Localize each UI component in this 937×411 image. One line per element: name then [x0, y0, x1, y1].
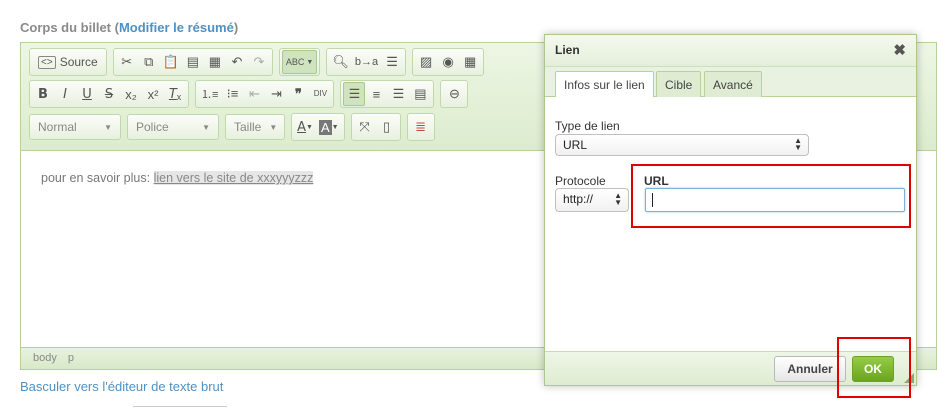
protocol-value: http://	[563, 192, 594, 206]
toggle-plain-editor-link[interactable]: Basculer vers l'éditeur de texte brut	[20, 379, 223, 394]
underline-button[interactable]: U	[76, 82, 98, 106]
dialog-titlebar[interactable]: Lien ✖	[545, 35, 916, 67]
outdent-icon[interactable]: ⇤	[243, 82, 265, 106]
find-group: 🔍︎ b→a ☰	[326, 48, 407, 76]
dialog-tabs: Infos sur le lien Cible Avancé	[545, 67, 916, 98]
bold-button[interactable]: B	[32, 82, 54, 106]
path-item-p[interactable]: p	[68, 352, 74, 364]
editor-content[interactable]: pour en savoir plus: lien vers le site d…	[41, 171, 314, 185]
table-icon[interactable]: ▦	[459, 50, 481, 74]
insert-group: ▨ ◉ ▦	[412, 48, 485, 76]
toolbar-row-2: B I U S x₂ x² Tₓ ⒈≡ ⁝≡ ⇤ ⇥ ❞ DIV ☰ ≡ ☰ ▤…	[29, 80, 469, 108]
section-title-text: Corps du billet	[20, 20, 111, 35]
italic-button[interactable]: I	[54, 82, 76, 106]
align-left-icon[interactable]: ☰	[343, 82, 366, 106]
basic-styles-group: B I U S x₂ x² Tₓ	[29, 80, 189, 108]
path-item-body[interactable]: body	[33, 352, 57, 364]
protocol-label: Protocole	[555, 174, 606, 188]
tools-group: ⤧ ▯	[350, 113, 401, 141]
chevron-down-icon: ▼	[104, 122, 112, 132]
select-all-icon[interactable]: ☰	[381, 50, 403, 74]
font-combo-value: Police	[136, 120, 169, 134]
clipboard-group: ✂ ⧉ 📋 ▤ ▦ ↶ ↷	[112, 48, 273, 76]
cut-icon[interactable]: ✂	[116, 50, 138, 74]
replace-icon[interactable]: b→a	[352, 50, 381, 74]
paste-icon[interactable]: 📋	[160, 50, 182, 74]
link-icon[interactable]: ⊖	[443, 82, 465, 106]
highlight-box-url	[631, 164, 911, 228]
content-text: pour en savoir plus:	[41, 171, 151, 185]
subscript-button[interactable]: x₂	[120, 82, 142, 106]
align-justify-icon[interactable]: ▤	[409, 82, 431, 106]
close-icon[interactable]: ✖	[893, 41, 906, 59]
align-right-icon[interactable]: ☰	[387, 82, 409, 106]
page-break-group: ≣	[406, 113, 435, 141]
remove-format-icon[interactable]: Tₓ	[164, 82, 186, 106]
content-link[interactable]: lien vers le site de xxxyyyzzz	[153, 171, 314, 185]
image-icon[interactable]: ▨	[415, 50, 437, 74]
source-label: Source	[59, 55, 98, 69]
dialog-title: Lien	[555, 43, 580, 57]
tab-link-info[interactable]: Infos sur le lien	[555, 71, 654, 98]
link-type-label: Type de lien	[555, 119, 620, 133]
bullet-list-icon[interactable]: ⁝≡	[221, 82, 243, 106]
cancel-button[interactable]: Annuler	[774, 356, 846, 382]
toolbar-row-1: <> Source ✂ ⧉ 📋 ▤ ▦ ↶ ↷ ABC ▼ 🔍︎ b→a ☰ ▨…	[29, 48, 485, 76]
chevron-down-icon: ▼	[306, 58, 314, 66]
align-group: ☰ ≡ ☰ ▤	[340, 80, 435, 108]
search-icon[interactable]: 🔍︎	[329, 50, 352, 74]
section-title: Corps du billet (Modifier le résumé)	[20, 20, 239, 35]
numbered-list-icon[interactable]: ⒈≡	[198, 82, 221, 106]
create-div-icon[interactable]: DIV	[309, 82, 331, 106]
divider	[133, 406, 227, 411]
source-button[interactable]: <> Source	[32, 50, 104, 74]
paste-text-icon[interactable]: ▤	[182, 50, 204, 74]
source-icon: <>	[38, 55, 56, 69]
updown-icon: ▲ ▼	[614, 191, 622, 207]
page-break-icon[interactable]: ≣	[410, 115, 432, 139]
source-group: <> Source	[29, 48, 107, 76]
size-combo-value: Taille	[234, 120, 262, 134]
paste-word-icon[interactable]: ▦	[204, 50, 226, 74]
superscript-button[interactable]: x²	[142, 82, 164, 106]
protocol-select[interactable]: http:// ▲ ▼	[555, 188, 629, 212]
spellcheck-group: ABC ▼	[278, 48, 321, 76]
font-combo[interactable]: Police ▼	[127, 114, 219, 140]
link-type-value: URL	[563, 138, 588, 152]
blockquote-icon[interactable]: ❞	[287, 82, 309, 106]
size-combo[interactable]: Taille ▼	[225, 114, 285, 140]
indent-icon[interactable]: ⇥	[265, 82, 287, 106]
spellcheck-button[interactable]: ABC ▼	[281, 50, 318, 74]
paragraph-group: ⒈≡ ⁝≡ ⇤ ⇥ ❞ DIV	[195, 80, 335, 108]
link-type-select[interactable]: URL ▲ ▼	[555, 134, 809, 156]
show-blocks-icon[interactable]: ▯	[376, 115, 398, 139]
flash-icon[interactable]: ◉	[437, 50, 459, 74]
redo-icon[interactable]: ↷	[248, 50, 270, 74]
colors-group: A ▼ A ▼	[291, 113, 345, 141]
tab-target[interactable]: Cible	[656, 71, 702, 97]
chevron-down-icon: ▼	[269, 122, 278, 132]
format-combo[interactable]: Normal ▼	[29, 114, 121, 140]
edit-summary-link[interactable]: Modifier le résumé	[119, 20, 234, 35]
chevron-down-icon: ▼	[202, 122, 210, 132]
create-div-label: DIV	[313, 89, 328, 98]
spellcheck-label: ABC	[285, 57, 305, 67]
strike-button[interactable]: S	[98, 82, 120, 106]
updown-icon: ▲ ▼	[794, 136, 802, 152]
undo-icon[interactable]: ↶	[226, 50, 248, 74]
maximize-icon[interactable]: ⤧	[354, 115, 376, 139]
copy-icon[interactable]: ⧉	[138, 50, 160, 74]
align-center-icon[interactable]: ≡	[365, 82, 387, 106]
tab-advanced[interactable]: Avancé	[704, 71, 762, 97]
format-combo-value: Normal	[38, 120, 77, 134]
highlight-box-ok	[837, 337, 911, 398]
toolbar-row-3: Normal ▼ Police ▼ Taille ▼ A ▼ A ▼ ⤧ ▯ ≣	[29, 113, 435, 141]
text-color-icon[interactable]: A ▼	[294, 115, 316, 139]
bg-color-icon[interactable]: A ▼	[316, 115, 342, 139]
link-group: ⊖	[440, 80, 469, 108]
